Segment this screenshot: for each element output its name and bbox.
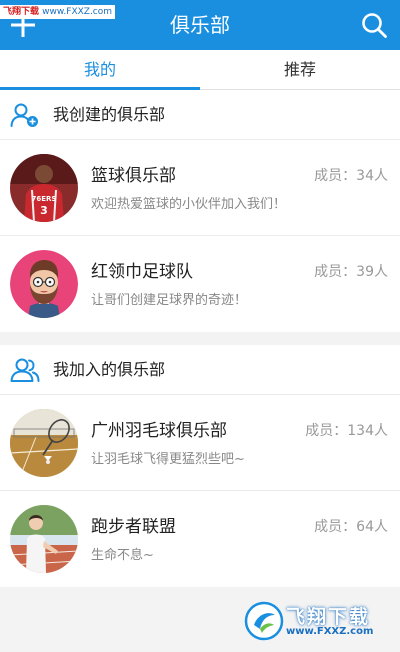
watermark-logo-url: www.FXXZ.com bbox=[286, 626, 374, 637]
joined-clubs-section: 我加入的俱乐部 广州羽毛球俱乐部 成员：134人 让羽毛球飞得更猛烈些吧~ 跑步… bbox=[0, 345, 400, 587]
section-title: 我加入的俱乐部 bbox=[53, 360, 166, 379]
watermark-logo-text: 飞翔下载 bbox=[286, 606, 371, 628]
watermark-brand: 飞翔下载 bbox=[3, 7, 40, 17]
club-description: 生命不息~ bbox=[91, 548, 154, 563]
created-clubs-section: 我创建的俱乐部 76ERS 3 篮球俱乐部 成员：34人 欢迎热爱篮球的小伙伴加… bbox=[0, 90, 400, 332]
club-row[interactable]: 跑步者联盟 成员：64人 生命不息~ bbox=[0, 491, 400, 587]
club-description: 让哥们创建足球界的奇迹！ bbox=[91, 293, 248, 308]
watermark-url: www.FXXZ.com bbox=[42, 7, 113, 17]
tab-mine[interactable]: 我的 bbox=[0, 50, 200, 90]
search-icon[interactable] bbox=[360, 11, 388, 39]
badminton-court-avatar bbox=[10, 409, 78, 477]
club-description: 欢迎热爱篮球的小伙伴加入我们！ bbox=[91, 197, 287, 212]
jersey-number: 3 bbox=[40, 204, 48, 217]
club-row[interactable]: 76ERS 3 篮球俱乐部 成员：34人 欢迎热爱篮球的小伙伴加入我们！ bbox=[0, 140, 400, 236]
section-header: 我加入的俱乐部 bbox=[0, 345, 400, 395]
club-name: 篮球俱乐部 bbox=[91, 166, 176, 186]
tab-bar: 我的 推荐 bbox=[0, 50, 400, 90]
watermark-logo: 飞翔下载 www.FXXZ.com bbox=[244, 600, 394, 642]
club-name: 广州羽毛球俱乐部 bbox=[91, 421, 227, 441]
runner-photo-avatar bbox=[10, 505, 78, 573]
section-header: 我创建的俱乐部 bbox=[0, 90, 400, 140]
member-count: 成员：64人 bbox=[314, 519, 388, 535]
member-count: 成员：34人 bbox=[314, 168, 388, 184]
jersey-text: 76ERS bbox=[32, 195, 57, 203]
group-users-icon bbox=[10, 358, 40, 382]
add-user-icon bbox=[10, 103, 38, 127]
bearded-cartoon-avatar bbox=[10, 250, 78, 318]
club-name: 红领巾足球队 bbox=[91, 262, 193, 282]
logo-icon bbox=[244, 601, 284, 641]
club-row[interactable]: 红领巾足球队 成员：39人 让哥们创建足球界的奇迹！ bbox=[0, 236, 400, 332]
club-description: 让羽毛球飞得更猛烈些吧~ bbox=[91, 452, 245, 467]
club-name: 跑步者联盟 bbox=[91, 517, 176, 537]
tab-recommended[interactable]: 推荐 bbox=[200, 50, 400, 90]
member-count: 成员：39人 bbox=[314, 264, 388, 280]
club-row[interactable]: 广州羽毛球俱乐部 成员：134人 让羽毛球飞得更猛烈些吧~ bbox=[0, 395, 400, 491]
section-title: 我创建的俱乐部 bbox=[53, 105, 166, 124]
watermark-banner: 飞翔下载 www.FXXZ.com bbox=[0, 5, 116, 19]
member-count: 成员：134人 bbox=[305, 423, 388, 439]
basketball-player-avatar: 76ERS 3 bbox=[10, 154, 78, 222]
